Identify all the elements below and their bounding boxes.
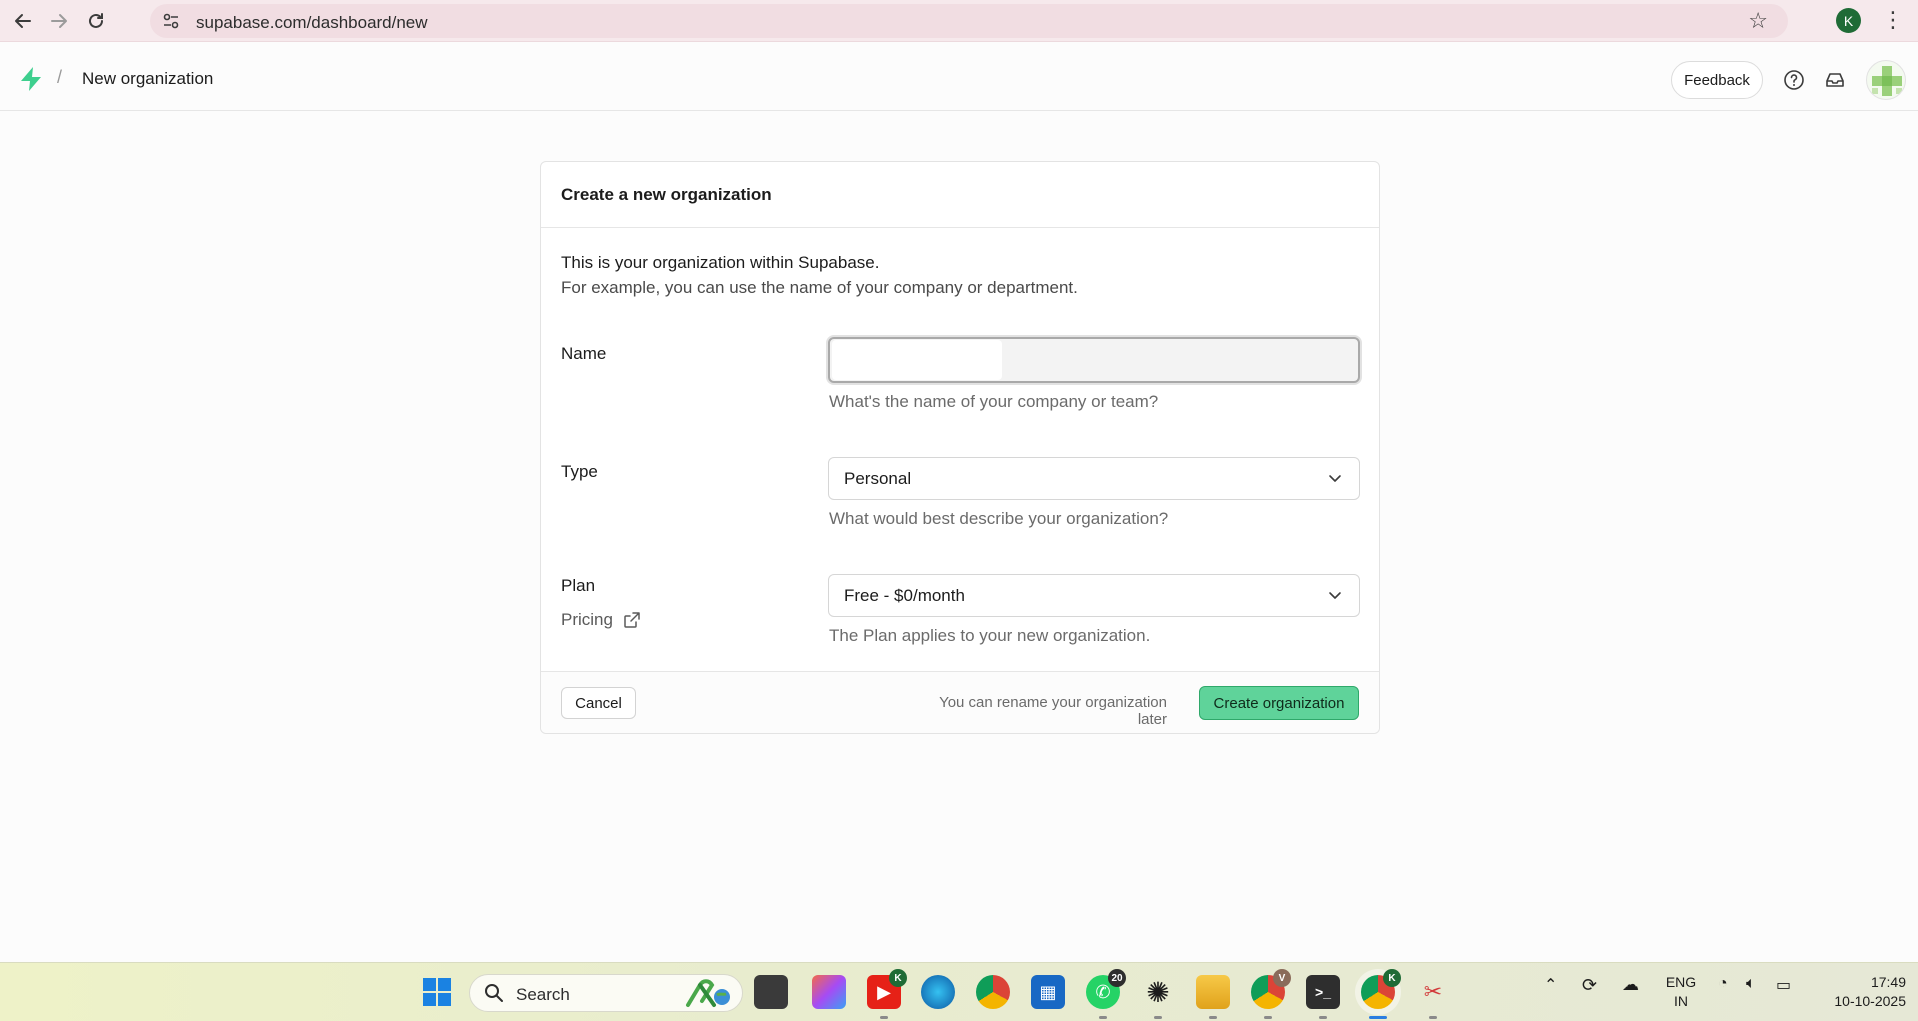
- help-button[interactable]: [1779, 65, 1809, 95]
- running-indicator: [1429, 1016, 1437, 1019]
- reload-button[interactable]: [84, 9, 108, 33]
- create-organization-button[interactable]: Create organization: [1199, 686, 1359, 720]
- start-button[interactable]: [420, 975, 454, 1009]
- type-help-text: What would best describe your organizati…: [829, 509, 1169, 528]
- chatgpt-icon[interactable]: ✺: [1141, 975, 1175, 1019]
- pricing-link[interactable]: Pricing: [561, 610, 641, 630]
- youtube-app-icon[interactable]: ▶ K: [867, 969, 907, 1019]
- chrome-profile-k-icon[interactable]: K: [1361, 969, 1401, 1019]
- search-label: Search: [516, 985, 570, 1004]
- intro-line-1: This is your organization within Supabas…: [561, 253, 880, 272]
- forward-button[interactable]: [47, 9, 71, 33]
- bookmark-star-icon[interactable]: ☆: [1748, 8, 1768, 34]
- create-organization-card: Create a new organization This is your o…: [540, 161, 1380, 734]
- input-language-indicator[interactable]: ENG IN: [1664, 973, 1698, 1011]
- volume-icon[interactable]: 🔈︎: [1746, 975, 1756, 993]
- taskbar: Search ▶ K ▦ ✆ 20 ✺ V >_ K ✂ ⌃ ⟳ ☁ ENG IN …: [0, 962, 1918, 1021]
- identicon-icon: [1872, 66, 1902, 96]
- chrome-v-badge: V: [1273, 969, 1291, 987]
- running-indicator: [1209, 1016, 1217, 1019]
- arrow-right-icon: [51, 14, 67, 28]
- plan-label: Plan: [561, 576, 596, 595]
- active-indicator: [1369, 1016, 1387, 1019]
- cancel-button[interactable]: Cancel: [561, 687, 636, 719]
- user-avatar[interactable]: [1866, 60, 1906, 100]
- edge-browser-icon[interactable]: [921, 975, 955, 1009]
- youtube-profile-badge: K: [889, 969, 907, 987]
- clock-time: 17:49: [1870, 974, 1906, 990]
- microsoft-store-icon[interactable]: ▦: [1031, 975, 1065, 1009]
- chrome-profile-v-icon[interactable]: V: [1251, 969, 1291, 1019]
- feedback-button[interactable]: Feedback: [1671, 61, 1763, 99]
- terminal-icon[interactable]: >_: [1306, 975, 1340, 1019]
- plan-selected-value: Free - $0/month: [844, 585, 965, 605]
- browser-toolbar: supabase.com/dashboard/new ☆ K ⋮: [0, 0, 1918, 42]
- redacted-name-value: [832, 340, 1002, 380]
- help-circle-icon: [1784, 70, 1804, 90]
- running-indicator: [880, 1016, 888, 1019]
- browser-profile-avatar[interactable]: K: [1836, 8, 1861, 33]
- breadcrumb-separator: /: [57, 67, 63, 87]
- running-indicator: [1319, 1016, 1327, 1019]
- windows-logo-icon: [423, 978, 451, 1006]
- clock-date: 10-10-2025: [1834, 993, 1906, 1009]
- site-settings-icon[interactable]: [162, 12, 180, 30]
- running-indicator: [1154, 1016, 1162, 1019]
- plan-help-text: The Plan applies to your new organizatio…: [829, 626, 1151, 645]
- sync-status-icon[interactable]: ⟳: [1582, 975, 1597, 996]
- chrome-k-badge: K: [1383, 969, 1401, 987]
- snipping-tool-icon[interactable]: ✂: [1416, 975, 1450, 1019]
- plan-select[interactable]: Free - $0/month: [828, 574, 1360, 617]
- card-description: This is your organization within Supabas…: [561, 250, 1078, 300]
- card-footer: Cancel You can rename your organization …: [541, 671, 1379, 733]
- card-header: Create a new organization: [541, 162, 1379, 228]
- supabase-logo-icon[interactable]: [18, 66, 44, 92]
- system-clock[interactable]: 17:49 10-10-2025: [1816, 973, 1906, 1011]
- inbox-icon: [1826, 73, 1844, 87]
- page-title: New organization: [82, 69, 214, 88]
- show-hidden-icons-chevron-icon[interactable]: ⌃: [1544, 975, 1557, 995]
- browser-menu-icon[interactable]: ⋮: [1882, 6, 1904, 34]
- whatsapp-badge: 20: [1108, 969, 1126, 987]
- address-bar[interactable]: supabase.com/dashboard/new ☆: [150, 4, 1788, 38]
- pricing-link-label: Pricing: [561, 610, 613, 629]
- weather-info-icon[interactable]: ☁: [1622, 975, 1639, 995]
- rename-note: You can rename your organization later: [939, 694, 1167, 728]
- lang-line-2: IN: [1674, 993, 1688, 1009]
- task-view-icon[interactable]: [754, 975, 788, 1009]
- running-indicator: [1264, 1016, 1272, 1019]
- type-selected-value: Personal: [844, 468, 912, 488]
- type-label: Type: [561, 462, 598, 481]
- back-button[interactable]: [11, 9, 35, 33]
- intro-line-2: For example, you can use the name of you…: [561, 278, 1078, 297]
- chevron-down-icon: [1329, 475, 1341, 482]
- inbox-button[interactable]: [1820, 65, 1850, 95]
- awareness-ribbon-icon: [686, 979, 730, 1007]
- lang-line-1: ENG: [1665, 974, 1697, 990]
- app-header: / New organization Feedback: [0, 43, 1918, 111]
- organization-type-select[interactable]: Personal: [828, 457, 1360, 500]
- taskbar-search-box[interactable]: Search: [469, 974, 743, 1012]
- battery-icon[interactable]: ▭: [1776, 975, 1791, 995]
- arrow-left-icon: [15, 14, 31, 28]
- name-label: Name: [561, 344, 607, 363]
- card-title: Create a new organization: [561, 184, 772, 204]
- search-icon: [485, 984, 503, 1002]
- url-text: supabase.com/dashboard/new: [196, 13, 428, 32]
- copilot-icon[interactable]: [812, 975, 846, 1009]
- chevron-down-icon: [1329, 592, 1341, 599]
- chrome-icon[interactable]: [976, 975, 1010, 1009]
- file-explorer-icon[interactable]: [1196, 975, 1230, 1019]
- external-link-icon: [624, 612, 640, 628]
- whatsapp-icon[interactable]: ✆ 20: [1086, 969, 1126, 1019]
- reload-icon: [89, 13, 103, 28]
- name-help-text: What's the name of your company or team?: [829, 392, 1159, 411]
- wifi-icon[interactable]: ◔: [1718, 975, 1728, 993]
- running-indicator: [1099, 1016, 1107, 1019]
